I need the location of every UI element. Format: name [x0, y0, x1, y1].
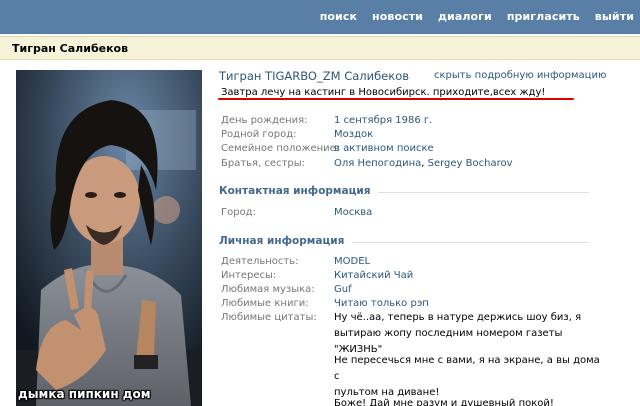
hometown-label: Родной город:: [221, 129, 297, 140]
quote-block-1: Ну чё..аа, теперь в натуре держись шоу б…: [334, 310, 604, 358]
nav-logout-link[interactable]: выйти: [595, 10, 634, 23]
sibling-link-2[interactable]: Sergey Bocharov: [428, 158, 513, 169]
quotes-label: Любимые цитаты:: [221, 312, 317, 323]
interests-value[interactable]: Китайский Чай: [334, 270, 413, 281]
nav-news-link[interactable]: новости: [372, 10, 423, 23]
nav-dialogs-link[interactable]: диалоги: [438, 10, 492, 23]
page-title: Тигран Салибеков: [12, 42, 129, 55]
quote-block-2: Не пересечься мне с вами, я на экране, а…: [334, 353, 604, 401]
profile-name: Тигран TIGARBO_ZM Салибеков: [219, 69, 410, 83]
activity-label: Деятельность:: [221, 256, 299, 267]
city-value[interactable]: Москва: [334, 207, 372, 218]
hometown-row: Родной город: Моздок: [221, 129, 621, 143]
interests-label: Интересы:: [221, 270, 277, 281]
hometown-value[interactable]: Моздок: [334, 129, 373, 140]
quote-line: Не пересечься мне с вами, я на экране, а…: [334, 355, 600, 382]
books-label: Любимые книги:: [221, 298, 309, 309]
contact-section-header: Контактная информация: [219, 185, 589, 199]
family-label: Семейное положение:: [221, 143, 340, 154]
personal-section-title[interactable]: Личная информация: [219, 235, 353, 247]
interests-row: Интересы: Китайский Чай: [221, 270, 621, 284]
sibling-link-1[interactable]: Оля Непогодина: [334, 158, 421, 169]
siblings-label: Братья, сестры:: [221, 158, 306, 169]
siblings-value: Оля Непогодина, Sergey Bocharov: [334, 158, 513, 169]
status-underline: [218, 98, 574, 100]
nav-search-link[interactable]: поиск: [320, 10, 357, 23]
birthday-value[interactable]: 1 сентября 1986 г.: [334, 115, 432, 126]
city-label: Город:: [221, 207, 256, 218]
activity-row: Деятельность: MODEL: [221, 256, 621, 270]
music-row: Любимая музыка: Guf: [221, 284, 621, 298]
quote-line: Ну чё..аа, теперь в натуре держись шоу б…: [334, 312, 582, 323]
personal-section-header: Личная информация: [219, 235, 589, 249]
family-value[interactable]: в активном поиске: [334, 143, 434, 154]
books-value[interactable]: Читаю только рэп: [334, 298, 429, 309]
quote-block-3: Боже! Дай мне разум и душевный покой!: [334, 396, 604, 406]
hide-details-link[interactable]: скрыть подробную информацию: [434, 70, 606, 81]
quote-line: Боже! Дай мне разум и душевный покой!: [334, 398, 554, 406]
nav-invite-link[interactable]: пригласить: [507, 10, 580, 23]
activity-value[interactable]: MODEL: [334, 256, 370, 267]
profile-photo-image: [16, 70, 202, 406]
top-nav-links: поиск новости диалоги пригласить выйти: [320, 10, 634, 23]
contact-section-title[interactable]: Контактная информация: [219, 185, 379, 197]
music-label: Любимая музыка:: [221, 284, 315, 295]
city-row: Город: Москва: [221, 207, 621, 221]
siblings-row: Братья, сестры: Оля Непогодина, Sergey B…: [221, 158, 621, 172]
profile-photo[interactable]: дымка пипкин дом: [16, 70, 202, 406]
music-value[interactable]: Guf: [334, 284, 352, 295]
family-row: Семейное положение: в активном поиске: [221, 143, 621, 157]
profile-status[interactable]: Завтра лечу на кастинг в Новосибирск. пр…: [221, 87, 545, 98]
page-header: Тигран Салибеков: [0, 36, 640, 60]
photo-caption: дымка пипкин дом: [18, 387, 151, 401]
birthday-label: День рождения:: [221, 115, 308, 126]
birthday-row: День рождения: 1 сентября 1986 г.: [221, 115, 621, 129]
top-navigation-bar: поиск новости диалоги пригласить выйти: [0, 0, 640, 34]
